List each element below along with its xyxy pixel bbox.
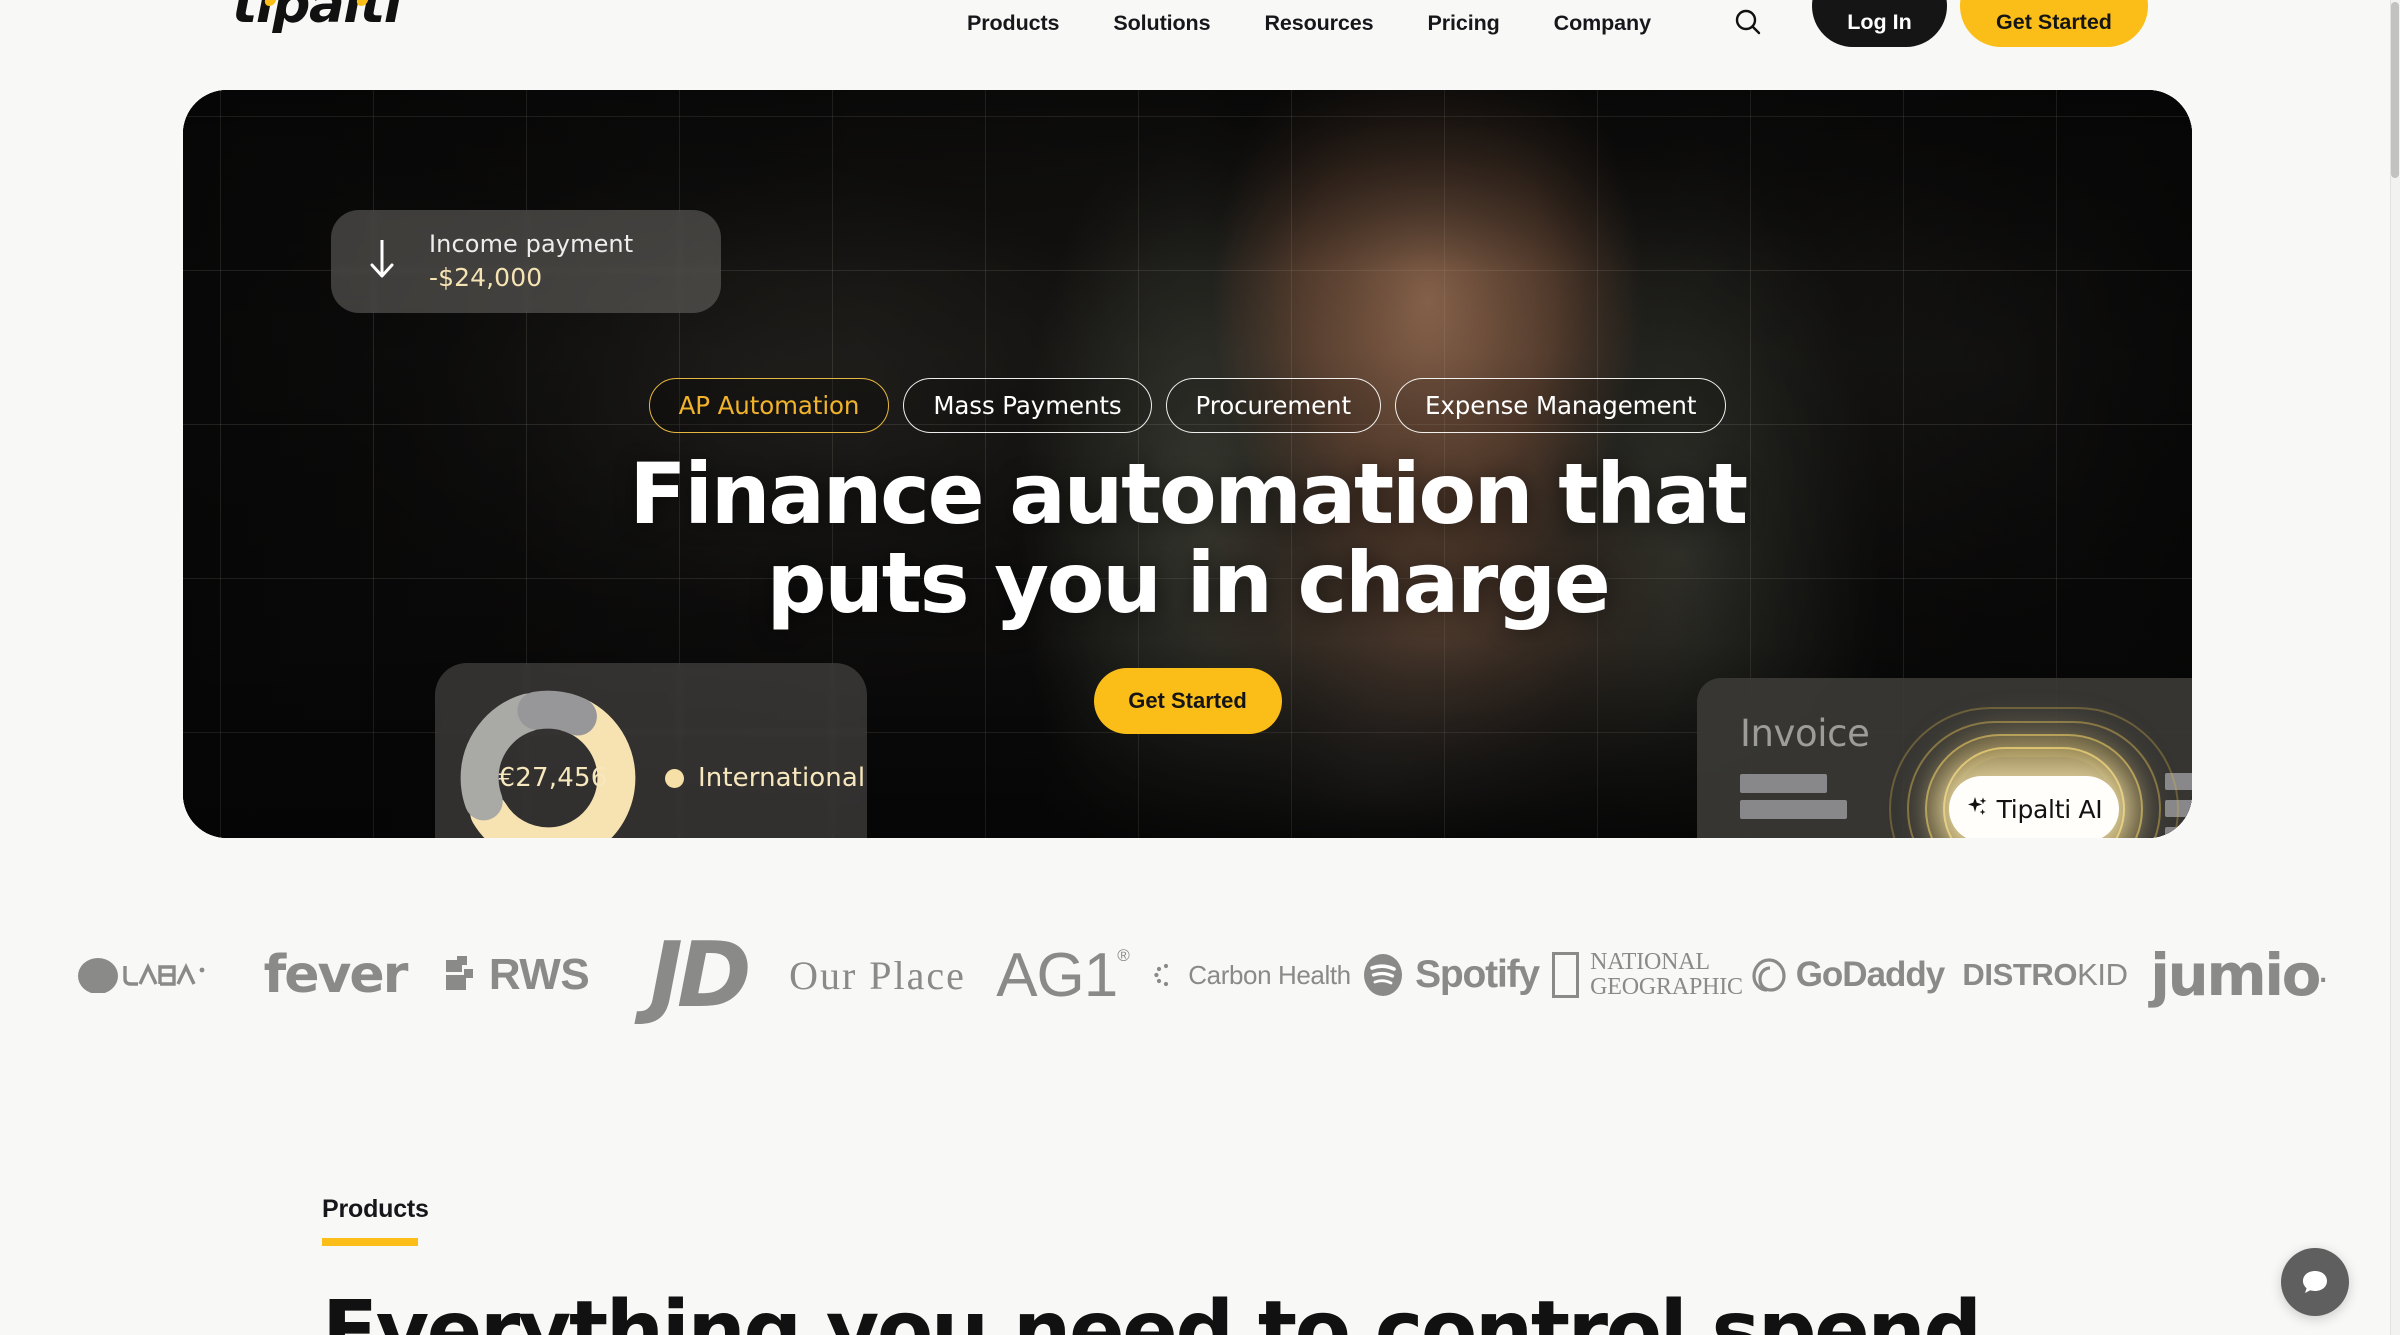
invoice-placeholder-bar — [1740, 800, 1847, 819]
hero-headline-line-2: puts you in charge — [766, 534, 1610, 633]
income-payment-amount: -$24,000 — [429, 262, 543, 292]
spotify-mark-icon — [1364, 954, 1403, 996]
products-kicker: Products — [322, 1195, 429, 1223]
tab-expense-management[interactable]: Expense Management — [1395, 378, 1727, 433]
logo-our-place: Our Place — [789, 952, 966, 998]
donut-chart: €27,456 — [453, 683, 643, 838]
login-button[interactable]: Log In — [1812, 0, 1947, 47]
tipalti-ai-label: Tipalti AI — [1996, 794, 2103, 824]
logo-distrokid: DISTRO KID — [1948, 940, 2143, 1010]
tab-procurement[interactable]: Procurement — [1165, 378, 1381, 433]
page-scrollbar-track[interactable] — [2390, 0, 2400, 1335]
natgeo-rectangle-icon — [1552, 952, 1580, 998]
header-get-started-button[interactable]: Get Started — [1960, 0, 2148, 47]
donut-center-value: €27,456 — [498, 763, 608, 793]
invoice-placeholder-bar — [2165, 773, 2192, 790]
hero-headline: Finance automation that puts you in char… — [183, 445, 2192, 633]
logo-spotify: Spotify — [1353, 940, 1548, 1010]
invoice-placeholder-bar — [1740, 774, 1827, 793]
ai-ring — [1907, 721, 2161, 838]
donut-legend: International — [665, 763, 865, 793]
logo-rws: RWS — [423, 940, 613, 1010]
arrow-down-icon — [369, 238, 395, 285]
nav-item-products[interactable]: Products — [940, 11, 1086, 36]
logo-natgeo-line1: NATIONAL — [1590, 948, 1710, 975]
customer-logo-strip: fever RWS JD Our Place AG1 ® Carbon Healt… — [0, 900, 2390, 1050]
carbon-health-mark-icon — [1154, 963, 1169, 987]
nav-item-company[interactable]: Company — [1527, 11, 1678, 36]
nav-item-pricing[interactable]: Pricing — [1400, 11, 1526, 36]
ai-glow — [1954, 757, 2114, 838]
legend-dot-icon — [665, 768, 684, 788]
logo-distro-thin: KID — [2077, 957, 2128, 992]
invoice-card-title: Invoice — [1740, 712, 1870, 755]
ai-radiating-rings: Tipalti AI — [1889, 664, 2179, 838]
logo-ag1-registered: ® — [1117, 946, 1129, 965]
logo-national-geographic: NATIONAL GEOGRAPHIC — [1548, 940, 1748, 1010]
logo-jd: JD — [649, 922, 751, 1028]
income-payment-label: Income payment — [429, 230, 634, 259]
logo-spotify-text: Spotify — [1415, 953, 1540, 996]
page-scrollbar-thumb[interactable] — [2391, 2, 2399, 178]
invoice-placeholder-bar — [2165, 827, 2192, 838]
tab-mass-payments[interactable]: Mass Payments — [903, 378, 1152, 433]
nav-item-resources[interactable]: Resources — [1237, 11, 1400, 36]
logo-rws-text: RWS — [488, 950, 590, 999]
hero-get-started-button[interactable]: Get Started — [1093, 668, 1282, 734]
logo-distro-bold: DISTRO — [1962, 957, 2078, 992]
tipalti-ai-badge[interactable]: Tipalti AI — [1949, 776, 2119, 838]
godaddy-mark-icon — [1752, 958, 1786, 992]
ai-ring — [1943, 747, 2125, 838]
hero-section: Income payment -$24,000 €27,456 Internat… — [183, 90, 2192, 838]
hero-product-tabs: AP Automation Mass Payments Procurement … — [183, 378, 2192, 433]
main-navigation: Products Solutions Resources Pricing Com… — [940, 0, 1678, 46]
logo-jlab — [58, 940, 248, 1010]
logo-carbon-health-text: Carbon Health — [1188, 959, 1351, 990]
sparkle-icon — [1966, 795, 1988, 824]
donut-chart-svg — [460, 690, 636, 838]
chat-bubble-icon[interactable] — [2281, 1248, 2349, 1316]
hero-headline-line-1: Finance automation that — [629, 445, 1748, 543]
invoice-card: Invoice 1 Tipalti AI — [1697, 678, 2192, 838]
search-icon[interactable] — [1728, 2, 1768, 42]
ai-ring — [1925, 734, 2143, 838]
invoice-placeholder-bar — [2165, 800, 2192, 817]
nav-item-solutions[interactable]: Solutions — [1086, 11, 1237, 36]
logo-jumio-text: jumio — [2150, 941, 2321, 1009]
products-kicker-underline — [322, 1238, 418, 1246]
tipalti-logo[interactable]: tipalti — [232, 0, 402, 31]
logo-ag1: AG1 ® — [973, 940, 1153, 1010]
logo-ag1-text: AG1 — [996, 941, 1118, 1010]
logo-text: tipalti — [232, 0, 402, 35]
logo-carbon-health: Carbon Health — [1153, 940, 1353, 1010]
legend-label-international: International — [698, 763, 866, 793]
donut-chart-card: €27,456 International — [435, 663, 867, 838]
products-section-title: Everything you need to control spend — [322, 1284, 1982, 1335]
logo-jumio: jumio. — [2150, 941, 2327, 1009]
site-header: tipalti Products Solutions Resources Pri… — [0, 0, 2390, 47]
tab-ap-automation[interactable]: AP Automation — [648, 378, 890, 433]
logo-natgeo-line2: GEOGRAPHIC — [1590, 974, 1743, 1000]
income-payment-card: Income payment -$24,000 — [331, 210, 721, 313]
logo-fever: fever — [263, 945, 409, 1005]
ai-ring — [1889, 707, 2179, 838]
products-section: Products Everything you need to control … — [322, 1195, 1982, 1335]
logo-godaddy-text: GoDaddy — [1795, 955, 1946, 994]
logo-godaddy: GoDaddy — [1748, 940, 1948, 1010]
